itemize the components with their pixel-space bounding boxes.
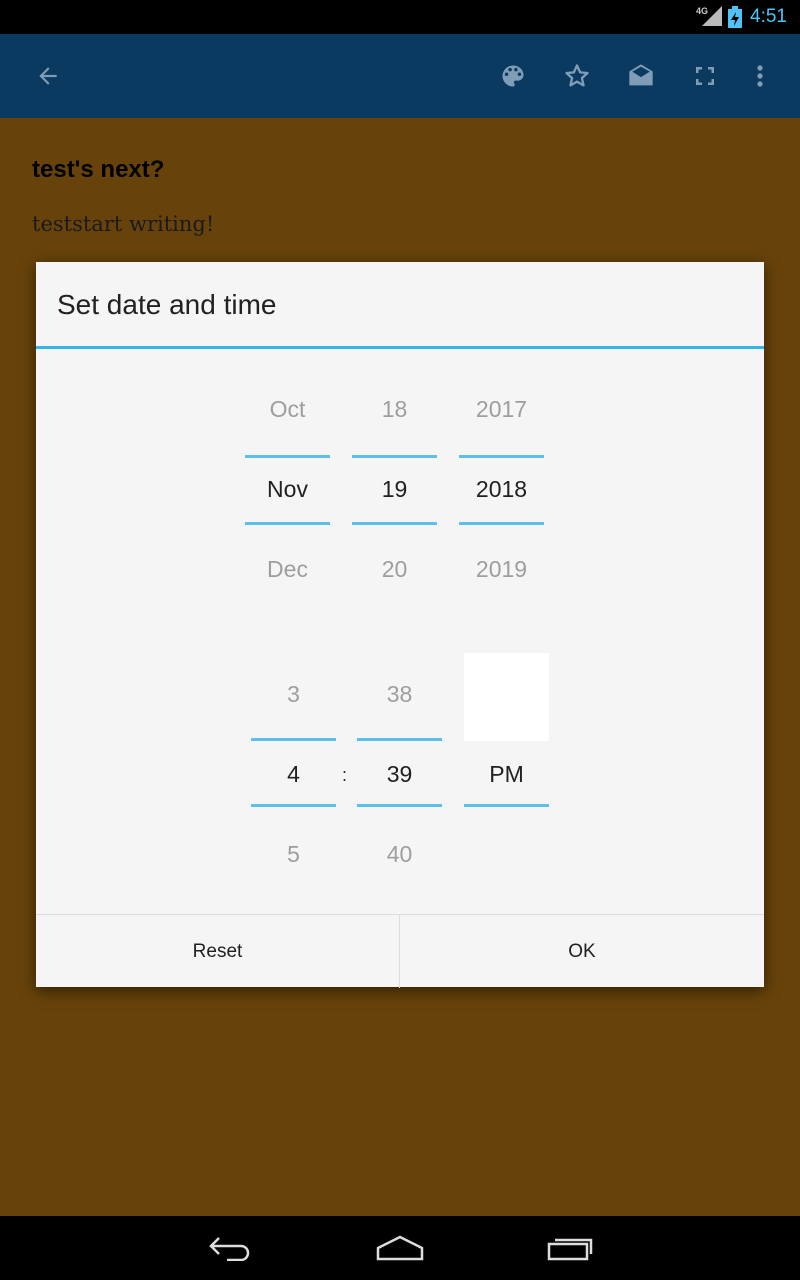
overflow-menu-icon[interactable] — [740, 56, 780, 96]
year-selected[interactable]: 2018 — [459, 476, 544, 503]
year-next[interactable]: 2019 — [459, 556, 544, 583]
day-next[interactable]: 20 — [352, 556, 437, 583]
back-nav-icon[interactable] — [200, 1228, 260, 1268]
ok-button[interactable]: OK — [400, 915, 764, 988]
minute-picker[interactable]: 38 39 40 — [357, 672, 442, 872]
note-title[interactable]: test's next? — [32, 156, 164, 184]
day-prev[interactable]: 18 — [352, 396, 437, 423]
hour-selected[interactable]: 4 — [251, 761, 336, 788]
palette-icon[interactable] — [493, 56, 533, 96]
picker-line — [251, 738, 336, 741]
home-nav-icon[interactable] — [370, 1228, 430, 1268]
picker-line — [464, 804, 549, 807]
status-bar: 4G 4:51 — [0, 0, 800, 34]
month-selected[interactable]: Nov — [245, 476, 330, 503]
hour-next[interactable]: 5 — [251, 841, 336, 868]
title-divider — [36, 346, 764, 349]
dialog-title: Set date and time — [57, 289, 277, 320]
envelope-open-icon[interactable] — [621, 56, 661, 96]
picker-line — [459, 455, 544, 458]
picker-line — [459, 522, 544, 525]
recents-nav-icon[interactable] — [540, 1228, 600, 1268]
day-picker[interactable]: 18 19 20 — [352, 392, 437, 592]
picker-line — [251, 804, 336, 807]
dialog-buttons: Reset OK — [36, 914, 764, 988]
picker-line — [352, 522, 437, 525]
day-selected[interactable]: 19 — [352, 476, 437, 503]
month-picker[interactable]: Oct Nov Dec — [245, 392, 330, 592]
note-body[interactable]: teststart writing! — [32, 212, 214, 236]
minute-selected[interactable]: 39 — [357, 761, 442, 788]
minute-next[interactable]: 40 — [357, 841, 442, 868]
date-time-dialog: Set date and time Oct Nov Dec 18 19 20 2… — [36, 262, 764, 988]
picker-line — [357, 804, 442, 807]
hour-picker[interactable]: 3 4 5 — [251, 672, 336, 872]
clock: 4:51 — [750, 6, 787, 27]
picker-line — [357, 738, 442, 741]
picker-line — [352, 455, 437, 458]
battery-charging-icon — [728, 6, 742, 28]
app-bar — [0, 34, 800, 118]
ampm-selected[interactable]: PM — [464, 761, 549, 788]
reset-button[interactable]: Reset — [36, 915, 399, 988]
signal-icon — [702, 6, 722, 26]
year-picker[interactable]: 2017 2018 2019 — [459, 392, 544, 592]
navigation-bar — [0, 1216, 800, 1280]
fullscreen-icon[interactable] — [685, 56, 725, 96]
picker-line — [245, 455, 330, 458]
back-arrow-icon[interactable] — [28, 56, 68, 96]
year-prev[interactable]: 2017 — [459, 396, 544, 423]
minute-prev[interactable]: 38 — [357, 681, 442, 708]
picker-line — [245, 522, 330, 525]
month-prev[interactable]: Oct — [245, 396, 330, 423]
ampm-picker[interactable]: PM — [464, 672, 549, 872]
time-separator: : — [342, 765, 348, 785]
star-icon[interactable] — [557, 56, 597, 96]
month-next[interactable]: Dec — [245, 556, 330, 583]
hour-prev[interactable]: 3 — [251, 681, 336, 708]
